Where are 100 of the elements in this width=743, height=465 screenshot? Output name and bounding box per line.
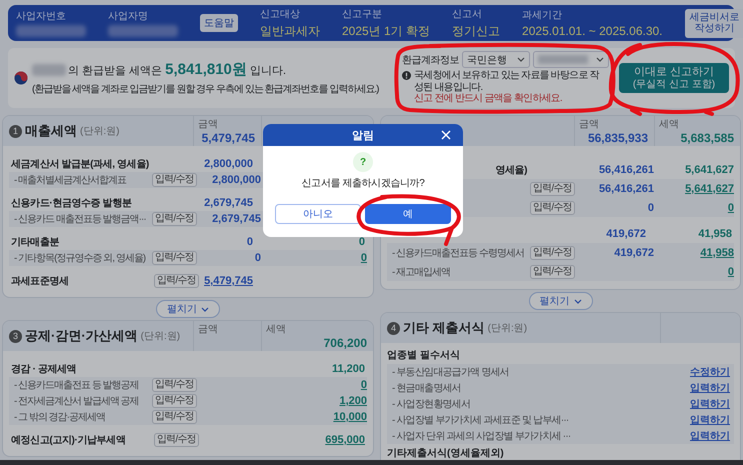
- form-label: - 현금매출명세서: [392, 382, 461, 395]
- close-icon[interactable]: [441, 130, 451, 140]
- form-link[interactable]: 입력하기: [690, 413, 730, 427]
- edit-button[interactable]: 입력/수정: [530, 182, 575, 196]
- unit-label: (단위:원): [80, 125, 120, 138]
- dialog-title: 알림: [352, 128, 374, 142]
- row-label: 기타매출분: [11, 236, 60, 249]
- notice-text: 국세청에서 보유하고 있는 자료를 바탕으로 작성된 내용입니다.: [414, 70, 600, 94]
- form-link[interactable]: 수정하기: [690, 365, 730, 379]
- edit-button[interactable]: 입력/수정: [152, 251, 197, 265]
- amount-link[interactable]: 5,479,745: [204, 275, 253, 287]
- amount-value: 2,679,745: [212, 213, 261, 225]
- section-title: 기타 제출서식: [403, 319, 485, 337]
- tax-value: 41,958: [698, 228, 732, 240]
- total-value: 56,835,933: [586, 131, 648, 145]
- field-label: 환급계좌정보: [402, 54, 459, 67]
- submit-button[interactable]: 이대로 신고하기 (무실적 신고 포함): [619, 63, 729, 93]
- blurred-text: [32, 64, 66, 76]
- total-value: 5,683,585: [680, 131, 734, 145]
- row-label: 영세율): [494, 164, 527, 176]
- column-label: 세액: [266, 323, 287, 336]
- expand-button[interactable]: 펼치기: [156, 300, 220, 318]
- field-label: 신고대상: [260, 8, 301, 20]
- form-label: - 부동산임대공급가액 명세서: [392, 366, 509, 379]
- question-icon: ?: [353, 152, 373, 172]
- row-label: 예정신고(고지)·기납부세액: [11, 434, 126, 447]
- field-label: 사업자번호: [16, 10, 67, 23]
- edit-button[interactable]: 입력/수정: [152, 394, 197, 408]
- row-label: 신용카드·현금영수증 발행분: [11, 197, 133, 210]
- unit-label: (단위:원): [140, 330, 180, 343]
- emblem-icon: [14, 71, 28, 85]
- field-label: 과세기간: [522, 9, 564, 22]
- refund-message: 의 환급받을 세액은 5,841,810원 입니다.: [68, 60, 286, 79]
- field-label: 신고구분: [342, 8, 383, 20]
- alert-icon: [402, 71, 411, 80]
- edit-button[interactable]: 입력/수정: [152, 173, 197, 187]
- warning-text: 신고 전에 반드시 금액을 확인하세요.: [414, 93, 563, 105]
- row-label: - 신용카드매출전표등 수령명세서: [391, 246, 525, 260]
- form-label: - 사업장현황명세서: [392, 398, 470, 411]
- cancel-button[interactable]: 아니오: [275, 204, 361, 224]
- edit-button[interactable]: 입력/수정: [152, 378, 197, 392]
- row-label: 세금계산서 발급분(과세, 영세율): [11, 158, 150, 171]
- field-value: 2025.01.01. ~ 2025.06.30.: [522, 24, 663, 38]
- row-label: - 재고매입세액: [391, 266, 452, 278]
- row-label: - 매출처별세금계산서합계표: [13, 174, 128, 187]
- tax-link[interactable]: 1,200: [339, 395, 367, 407]
- blurred-text: [16, 25, 86, 37]
- field-label: 신고서: [452, 8, 484, 20]
- chevron-icon: [201, 306, 209, 312]
- expand-button[interactable]: 펼치기: [528, 292, 592, 310]
- edit-button[interactable]: 입력/수정: [530, 200, 575, 214]
- row-label: - 신용카드 매출전표등 발행금액···: [13, 213, 147, 226]
- form-label: - 사업자 단위 과세의 사업장별 부가가치세 ···: [392, 430, 570, 443]
- tax-value: 5,641,627: [685, 164, 734, 176]
- amount-value: 56,416,261: [598, 164, 654, 176]
- help-button[interactable]: 도움말: [200, 14, 238, 32]
- column-label: 금액: [198, 118, 219, 131]
- edit-button[interactable]: 입력/수정: [154, 433, 199, 447]
- tax-link[interactable]: 0: [728, 202, 734, 214]
- total-value: 5,479,745: [200, 131, 255, 145]
- edit-button[interactable]: 입력/수정: [152, 212, 197, 226]
- refund-note: (환급받을 세액을 계좌로 입금받기를 원할 경우 우측에 있는 환급계좌번호를 입력하세요.): [32, 83, 378, 96]
- tax-link[interactable]: 0: [728, 266, 734, 278]
- form-label: - 사업장별 부가가치세 과세표준 및 납부세···: [392, 414, 568, 427]
- section-number: 1: [9, 124, 22, 138]
- row-label: - 신용카드매출전표 등 발행공제: [13, 379, 140, 392]
- column-label: 세액: [659, 118, 680, 131]
- tax-link[interactable]: 0: [360, 379, 367, 391]
- dialog-message: 신고서를 제출하시겠습니까?: [302, 177, 424, 190]
- confirm-button[interactable]: 예: [365, 204, 451, 224]
- amount-value: 0: [648, 202, 654, 214]
- row-label: 과세표준명세: [11, 275, 70, 288]
- chevron-icon: [517, 57, 525, 62]
- amount-value: 2,679,745: [204, 197, 253, 209]
- amount-value: 419,672: [606, 228, 646, 240]
- group-title: 기타제출서식(영세율제외): [387, 447, 505, 461]
- bank-select[interactable]: 국민은행: [462, 51, 530, 68]
- tax-assistant-button[interactable]: 세금비서로 작성하기: [684, 8, 743, 38]
- edit-button[interactable]: 입력/수정: [152, 410, 197, 424]
- tax-link[interactable]: 41,958: [700, 246, 734, 258]
- form-link[interactable]: 입력하기: [690, 429, 730, 443]
- form-link[interactable]: 입력하기: [690, 381, 730, 395]
- edit-button[interactable]: 입력/수정: [530, 246, 575, 260]
- tax-link[interactable]: 10,000: [333, 411, 367, 423]
- form-link[interactable]: 입력하기: [690, 397, 730, 411]
- edit-button[interactable]: 입력/수정: [154, 274, 199, 288]
- row-label: - 그 밖의 경감·공제세액: [13, 411, 106, 424]
- edit-button[interactable]: 입력/수정: [530, 264, 575, 278]
- tax-link[interactable]: 5,641,627: [685, 182, 734, 194]
- amount-value: 0: [254, 252, 261, 264]
- field-label: 사업자명: [108, 10, 149, 23]
- tax-link[interactable]: 0: [360, 252, 367, 264]
- tax-link[interactable]: 695,000: [325, 434, 365, 446]
- row-label: - 전자세금계산서 발급세액 공제: [13, 395, 140, 408]
- amount-value: 419,672: [614, 246, 654, 258]
- amount-value: 2,800,000: [204, 158, 253, 170]
- field-value: 2025년 1기 확정: [342, 22, 430, 40]
- section-title: 공제·감면·가산세액: [25, 327, 138, 345]
- amount-value: 56,416,261: [598, 182, 654, 194]
- column-label: 금액: [198, 323, 219, 336]
